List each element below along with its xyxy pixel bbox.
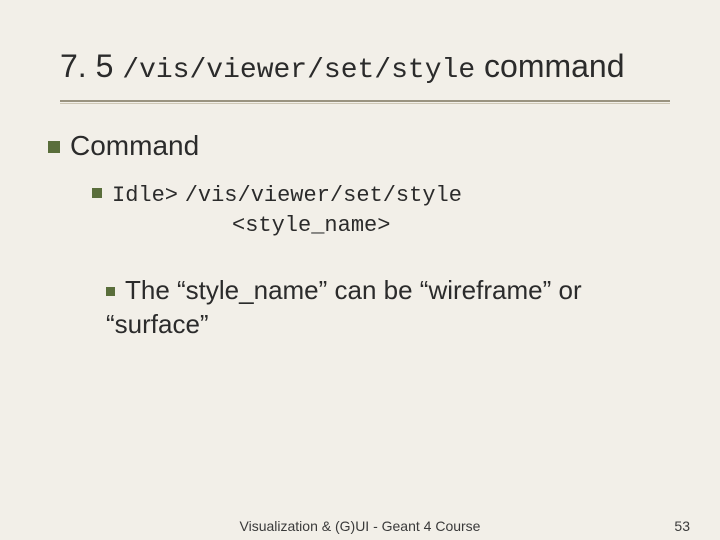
footer-page-number: 53 xyxy=(674,518,690,534)
title-tail: command xyxy=(484,48,625,84)
lvl1-label: Command xyxy=(70,130,199,161)
slide: 7. 5 /vis/viewer/set/style command Comma… xyxy=(0,0,720,540)
footer-center: Visualization & (G)UI - Geant 4 Course xyxy=(0,518,720,534)
bullet-square-icon xyxy=(106,287,115,296)
lvl2-code-2: <style_name> xyxy=(232,211,680,241)
title-number: 7. 5 xyxy=(60,48,113,84)
lvl2-prefix: Idle> xyxy=(112,183,178,208)
bullet-square-icon xyxy=(48,141,60,153)
bullet-level-1: Command xyxy=(48,130,680,162)
slide-body: Command Idle> /vis/viewer/set/style <sty… xyxy=(48,130,680,342)
bullet-level-2: Idle> /vis/viewer/set/style <style_name> xyxy=(92,178,680,240)
title-underline xyxy=(60,100,670,102)
bullet-square-icon xyxy=(92,188,102,198)
lvl3-text: The “style_name” can be “wireframe” or “… xyxy=(106,275,582,339)
bullet-level-3: The “style_name” can be “wireframe” or “… xyxy=(106,274,680,342)
title-command-path: /vis/viewer/set/style xyxy=(122,55,475,86)
slide-title: 7. 5 /vis/viewer/set/style command xyxy=(60,48,680,86)
lvl2-code-1: /vis/viewer/set/style xyxy=(185,183,462,208)
